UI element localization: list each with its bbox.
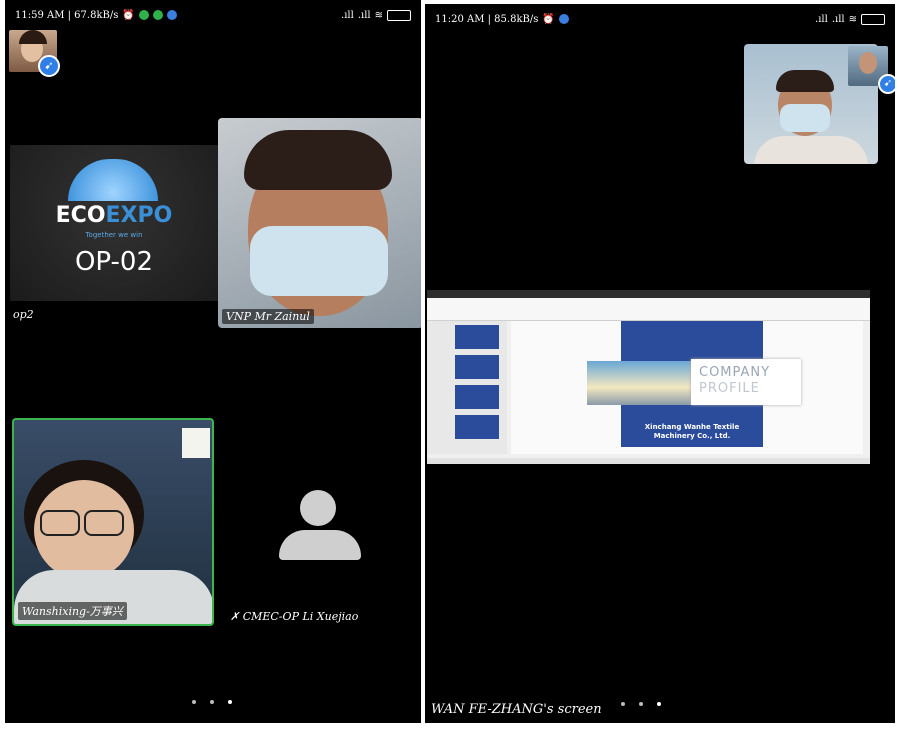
participant-name-li-xuejiao: ✗ CMEC-OP Li Xuejiao [230,610,358,623]
page-dot [657,702,661,706]
slide-thumbnail-pane[interactable] [427,321,507,454]
wifi-icon: ≋ [848,13,857,25]
page-dot [192,700,196,704]
slide-canvas: Xinchang Wanhe Textile Machinery Co., Lt… [511,321,863,454]
app-notification-icon [138,10,149,20]
page-dot [228,700,232,704]
participant-name-mr-zainul: VNP Mr Zainul [222,309,314,324]
page-dot [639,702,643,706]
company-line-2: Machinery Co., Ltd. [653,432,731,440]
wifi-icon: ≋ [374,9,383,21]
messenger-notification-icon [558,14,569,24]
signal-icon: .ıll [357,9,371,21]
app-title-bar [427,290,870,298]
page-indicator[interactable] [621,702,661,706]
logo-tagline: Together we win [85,231,143,239]
participant-tile-op2[interactable]: ECOEXPO Together we win OP-02 [10,145,218,301]
mask-shape [250,226,388,296]
page-indicator[interactable] [192,700,232,704]
face-shape [859,52,877,74]
screen-share-label: WAN FE-ZHANG's screen [431,702,602,717]
page-dot [621,702,625,706]
slide-title-line1: COMPANY [699,365,771,380]
slide-thumbnail[interactable] [455,385,499,409]
glasses-shape [84,510,124,536]
logo-eco: ECO [55,203,106,228]
default-avatar-icon[interactable] [275,490,365,560]
app-ribbon [427,298,870,321]
op-code: OP-02 [74,247,154,277]
slide-title-line2: PROFILE [699,381,760,396]
messenger-icon: ➹ [38,55,60,77]
shared-screen[interactable]: Xinchang Wanhe Textile Machinery Co., Lt… [427,290,870,464]
app-notification-icon [152,10,163,20]
right-call-screen: 11:20 AM | 85.8kB/s ⏰ .ıll .ıll ≋ ➹ Xinc… [425,4,895,723]
status-bar: 11:20 AM | 85.8kB/s ⏰ .ıll .ıll ≋ [435,10,885,28]
presentation-app: Xinchang Wanhe Textile Machinery Co., Lt… [427,290,870,464]
mask-shape [780,104,830,132]
participant-name-text: CMEC-OP Li Xuejiao [242,610,359,623]
messenger-icon: ➹ [878,74,895,94]
participant-name-wanshixing: Wanshixing-万事兴 [18,602,127,620]
participant-tile-wanshixing[interactable]: Wanshixing-万事兴 [12,418,214,626]
alarm-icon: ⏰ [542,13,555,25]
slide-title-box: COMPANY PROFILE [691,359,801,405]
messenger-notification-icon [166,10,177,20]
hair-shape [19,30,47,44]
status-bar: 11:59 AM | 67.8kB/s ⏰ .ıll .ıll ≋ [15,6,411,24]
page-dot [210,700,214,704]
light-spot [182,428,210,458]
participant-name-op2: op2 [13,308,34,321]
app-status-bar [427,458,870,464]
shirt-shape [754,136,868,164]
left-call-screen: 11:59 AM | 67.8kB/s ⏰ .ıll .ıll ≋ ➹ ECOE… [5,0,421,723]
slide-thumbnail[interactable] [455,415,499,439]
status-time: 11:20 AM | 85.8kB/s [435,13,539,25]
slide-building-image [587,361,695,405]
hair-shape [244,130,392,190]
company-line-1: Xinchang Wanhe Textile [644,423,740,431]
status-time: 11:59 AM | 67.8kB/s [15,9,119,21]
alarm-icon: ⏰ [122,9,135,21]
battery-icon [861,13,885,25]
slide-thumbnail[interactable] [455,325,499,349]
battery-icon [387,9,411,21]
signal-icon: .ıll [815,13,828,25]
signal-icon: .ıll [341,9,354,21]
logo-expo: EXPO [105,203,173,228]
slide-thumbnail[interactable] [455,355,499,379]
signal-icon: .ıll [831,13,845,25]
glasses-shape [40,510,80,536]
hair-shape [776,70,834,92]
muted-mic-icon: ✗ [230,610,240,623]
participant-tile-mr-zainul[interactable]: VNP Mr Zainul [218,118,421,328]
globe-icon [68,159,158,201]
